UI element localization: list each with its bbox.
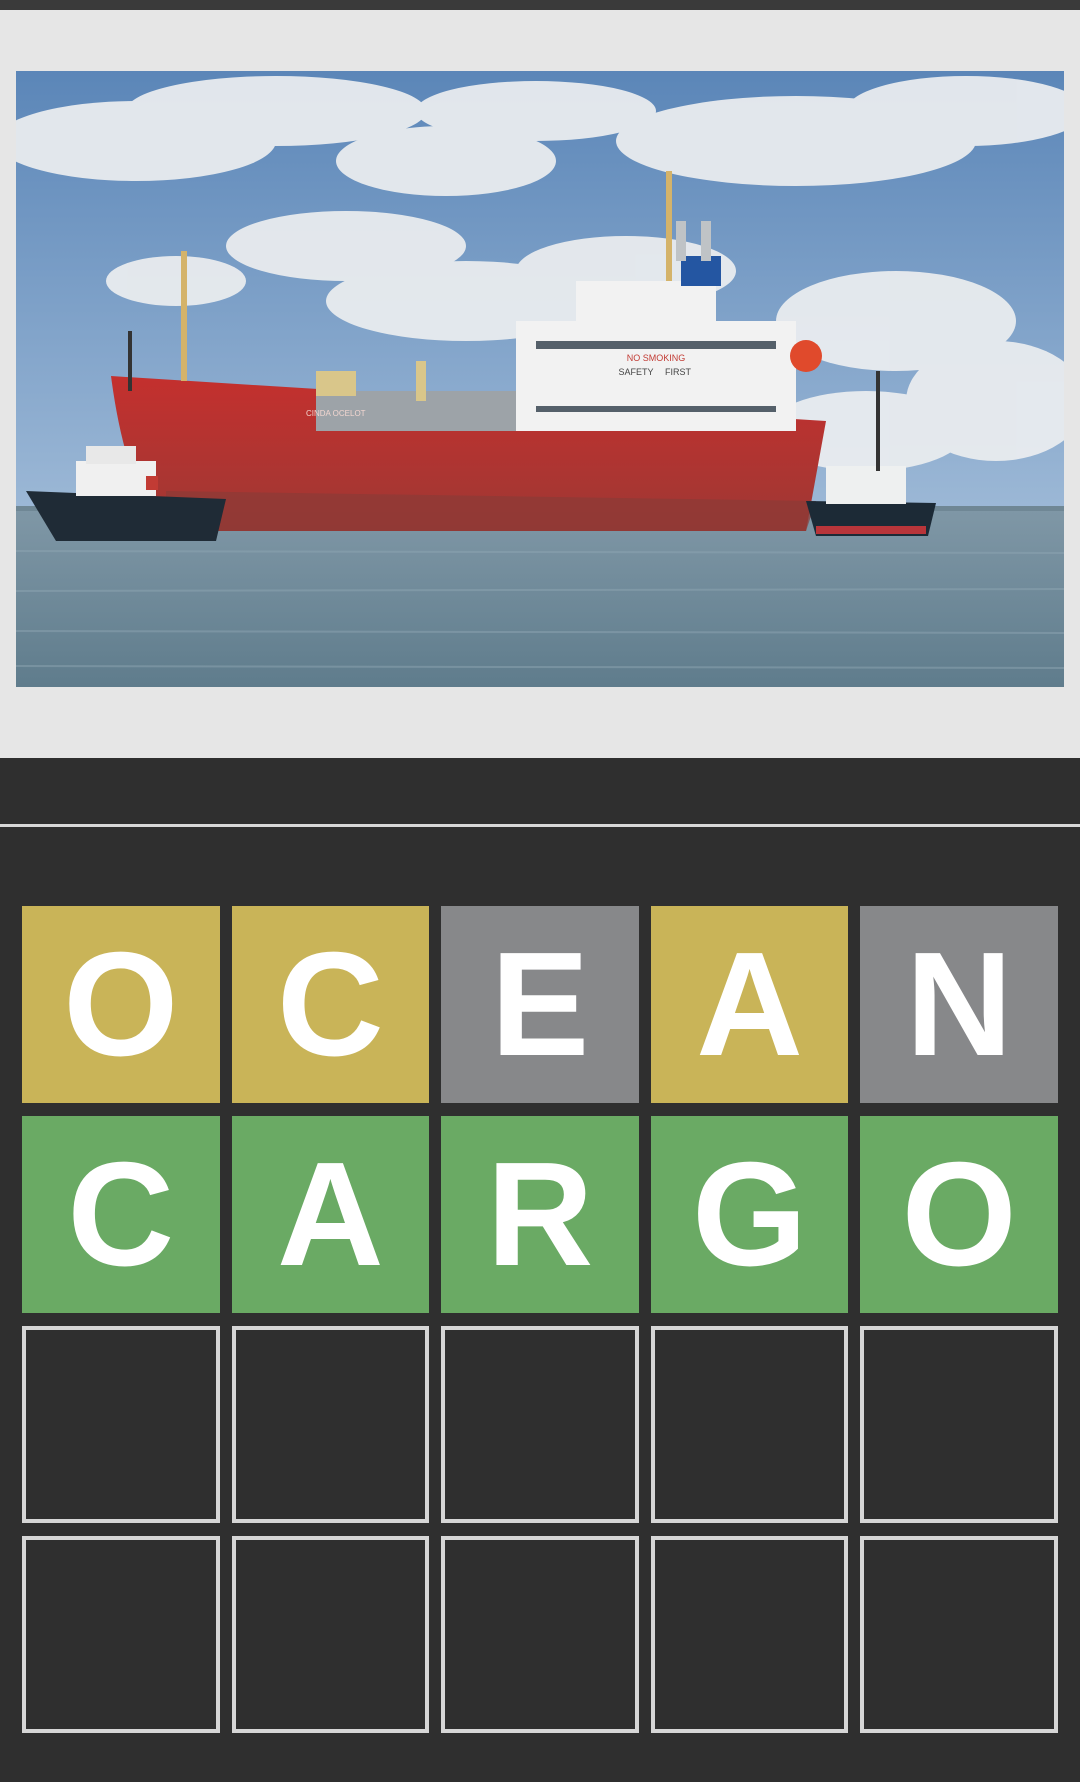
board-row: OCEAN (22, 906, 1058, 1103)
empty-tile (860, 1326, 1058, 1523)
letter-tile-correct: A (231, 1116, 430, 1313)
letter-tile-correct: O (860, 1116, 1058, 1313)
letter-tile-present: O (22, 906, 220, 1103)
letter-tile-absent: E (441, 906, 639, 1103)
ship-photo: NO SMOKING SAFETY FIRST CINDA OCELOT (16, 71, 1064, 687)
game-board: OCEANCARGO (22, 906, 1058, 1746)
letter-tile-present: A (650, 906, 849, 1103)
puzzle-image-frame: NO SMOKING SAFETY FIRST CINDA OCELOT (0, 10, 1080, 758)
letter-tile-correct: C (22, 1116, 220, 1313)
top-strip (0, 0, 1080, 10)
ship-name: CINDA OCELOT (306, 409, 366, 418)
board-row (22, 1536, 1058, 1733)
puzzle-image: NO SMOKING SAFETY FIRST CINDA OCELOT (16, 71, 1064, 687)
board-row: CARGO (22, 1116, 1058, 1313)
header-divider (0, 824, 1080, 827)
empty-tile (441, 1536, 639, 1733)
letter-tile-absent: N (860, 906, 1058, 1103)
empty-tile (860, 1536, 1058, 1733)
empty-tile (441, 1326, 639, 1523)
board-row (22, 1326, 1058, 1523)
first-sign: FIRST (665, 367, 692, 377)
empty-tile (231, 1536, 430, 1733)
letter-tile-correct: G (650, 1116, 849, 1313)
header-bar (0, 758, 1080, 824)
letter-tile-present: C (231, 906, 430, 1103)
empty-tile (650, 1536, 849, 1733)
safety-sign: SAFETY (618, 367, 653, 377)
empty-tile (231, 1326, 430, 1523)
empty-tile (22, 1326, 220, 1523)
letter-tile-correct: R (441, 1116, 639, 1313)
empty-tile (650, 1326, 849, 1523)
empty-tile (22, 1536, 220, 1733)
no-smoking-sign: NO SMOKING (627, 353, 686, 363)
